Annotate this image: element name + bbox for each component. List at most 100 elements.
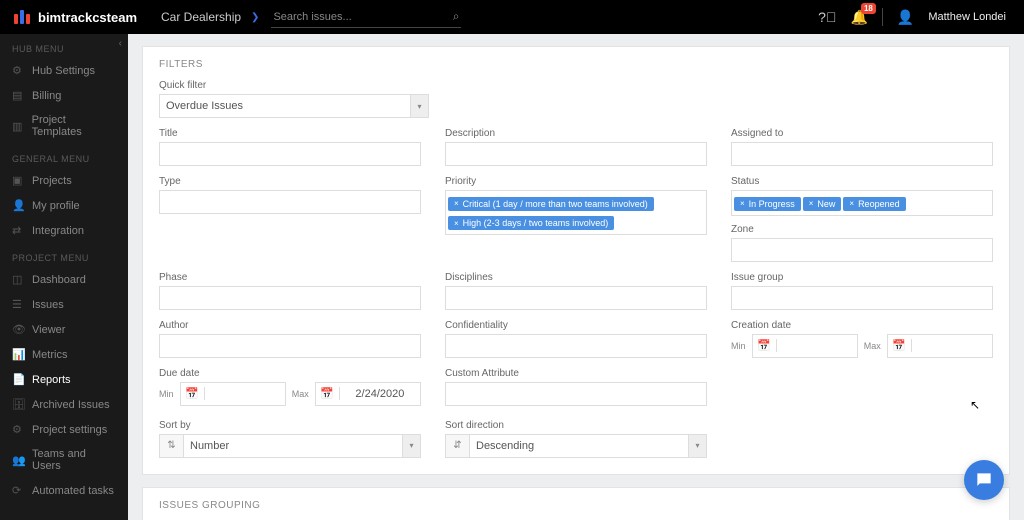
input-priority[interactable]: ×Critical (1 day / more than two teams i…	[445, 190, 707, 235]
input-phase[interactable]	[159, 286, 421, 310]
sidebar-item-issues[interactable]: ☰Issues	[0, 292, 128, 317]
breadcrumb[interactable]: Car Dealership	[161, 10, 241, 24]
sort-by-select[interactable]	[183, 434, 421, 458]
bell-icon[interactable]: 🔔18	[850, 9, 867, 26]
close-icon[interactable]: ×	[849, 199, 854, 208]
menu-icon: 📄	[12, 373, 24, 386]
input-confidentiality[interactable]	[445, 334, 707, 358]
filters-panel: FILTERS Quick filter ▾ Title Description	[142, 46, 1010, 475]
label-assigned: Assigned to	[731, 128, 993, 139]
filter-tag[interactable]: ×Critical (1 day / more than two teams i…	[448, 197, 654, 211]
input-description[interactable]	[445, 142, 707, 166]
input-type[interactable]	[159, 190, 421, 214]
filter-tag[interactable]: ×Reopened	[843, 197, 905, 211]
input-assigned[interactable]	[731, 142, 993, 166]
input-author[interactable]	[159, 334, 421, 358]
creation-min-input[interactable]: 📅	[752, 334, 858, 358]
menu-icon: 👁	[12, 323, 24, 336]
menu-label: Dashboard	[32, 274, 86, 286]
due-max-input[interactable]: 📅2/24/2020	[315, 382, 421, 406]
sidebar-item-my-profile[interactable]: 👤 My profile	[0, 193, 128, 218]
menu-icon: ▥	[12, 120, 24, 133]
sidebar-item-integration[interactable]: ⇄ Integration	[0, 218, 128, 243]
menu-header-general: GENERAL MENU	[0, 144, 128, 168]
help-icon[interactable]: ?⃝	[818, 9, 836, 25]
search-icon[interactable]: ⌕	[453, 9, 460, 24]
input-custom[interactable]	[445, 382, 707, 406]
menu-icon: ⟳	[12, 484, 24, 497]
filter-tag[interactable]: ×High (2-3 days / two teams involved)	[448, 216, 614, 230]
filter-tag[interactable]: ×In Progress	[734, 197, 801, 211]
user-name[interactable]: Matthew Londei	[928, 11, 1006, 23]
filter-tag[interactable]: ×New	[803, 197, 842, 211]
menu-icon: ▤	[12, 89, 24, 102]
menu-label: Teams and Users	[32, 448, 116, 472]
menu-icon: 👤	[12, 199, 24, 212]
input-status[interactable]: ×In Progress×New×Reopened	[731, 190, 993, 216]
sidebar-item-dashboard[interactable]: ◫Dashboard	[0, 267, 128, 292]
sidebar-item-archived-issues[interactable]: 🗄 Archived Issues	[0, 392, 128, 417]
sort-dir-select[interactable]	[469, 434, 707, 458]
label-disciplines: Disciplines	[445, 272, 707, 283]
sidebar-item-project-templates[interactable]: ▥Project Templates	[0, 108, 128, 144]
label-priority: Priority	[445, 176, 707, 187]
close-icon[interactable]: ×	[809, 199, 814, 208]
sidebar-item-metrics[interactable]: 📊 Metrics	[0, 342, 128, 367]
menu-label: Metrics	[32, 349, 67, 361]
search-wrap: ⌕	[271, 7, 461, 28]
sidebar-item-reports[interactable]: 📄 Reports	[0, 367, 128, 392]
sort-dir-icon: ⇵	[445, 434, 469, 458]
input-title[interactable]	[159, 142, 421, 166]
menu-label: Viewer	[32, 324, 65, 336]
top-bar: bimtrackcsteam Car Dealership ❯ ⌕ ?⃝ 🔔18…	[0, 0, 1024, 34]
menu-label: Reports	[32, 374, 71, 386]
close-icon[interactable]: ×	[740, 199, 745, 208]
menu-icon: ⇄	[12, 224, 24, 237]
menu-label: Billing	[32, 90, 61, 102]
search-input[interactable]	[271, 7, 461, 28]
label-creationdate: Creation date	[731, 320, 993, 331]
menu-label: Automated tasks	[32, 485, 114, 497]
label-phase: Phase	[159, 272, 421, 283]
due-max-value: 2/24/2020	[340, 388, 420, 400]
label-sortdir: Sort direction	[445, 420, 707, 431]
chat-button[interactable]	[964, 460, 1004, 500]
calendar-icon: 📅	[753, 339, 777, 352]
sidebar-item-billing[interactable]: ▤ Billing	[0, 83, 128, 108]
close-icon[interactable]: ×	[454, 219, 459, 228]
sidebar-item-projects[interactable]: ▣Projects	[0, 168, 128, 193]
avatar-icon[interactable]: 👤	[897, 9, 914, 26]
label-confidentiality: Confidentiality	[445, 320, 707, 331]
menu-icon: 📊	[12, 348, 24, 361]
sidebar-item-hub-settings[interactable]: ⚙Hub Settings	[0, 58, 128, 83]
menu-label: Archived Issues	[32, 399, 110, 411]
chat-icon	[974, 470, 994, 490]
label-duedate: Due date	[159, 368, 421, 379]
creation-max-input[interactable]: 📅	[887, 334, 993, 358]
brand-logo[interactable]: bimtrackcsteam	[0, 10, 151, 25]
sidebar-item-viewer[interactable]: 👁 Viewer	[0, 317, 128, 342]
label-author: Author	[159, 320, 421, 331]
collapse-icon[interactable]: ‹	[119, 38, 122, 49]
sidebar: ‹ HUB MENU ⚙Hub Settings▤Billing▥Project…	[0, 34, 128, 520]
sidebar-item-project-settings[interactable]: ⚙Project settings	[0, 417, 128, 442]
menu-header-project: PROJECT MENU	[0, 243, 128, 267]
sidebar-item-automated-tasks[interactable]: ⟳ Automated tasks	[0, 478, 128, 503]
grouping-panel: ISSUES GROUPING Group by⇅▾Group by direc…	[142, 487, 1010, 520]
quick-filter-select[interactable]	[159, 94, 429, 118]
input-zone[interactable]	[731, 238, 993, 262]
label-min: Min	[731, 341, 746, 351]
sidebar-item-teams-and-users[interactable]: 👥 Teams and Users	[0, 442, 128, 478]
input-disciplines[interactable]	[445, 286, 707, 310]
menu-icon: 👥	[12, 454, 24, 467]
due-min-input[interactable]: 📅	[180, 382, 286, 406]
label-max: Max	[292, 389, 309, 399]
menu-label: My profile	[32, 200, 80, 212]
close-icon[interactable]: ×	[454, 199, 459, 208]
menu-label: Integration	[32, 225, 84, 237]
menu-icon: 🗄	[12, 398, 24, 411]
menu-label: Projects	[32, 175, 72, 187]
brand-text: bimtrackcsteam	[38, 10, 137, 25]
divider	[882, 8, 883, 26]
input-issuegroup[interactable]	[731, 286, 993, 310]
